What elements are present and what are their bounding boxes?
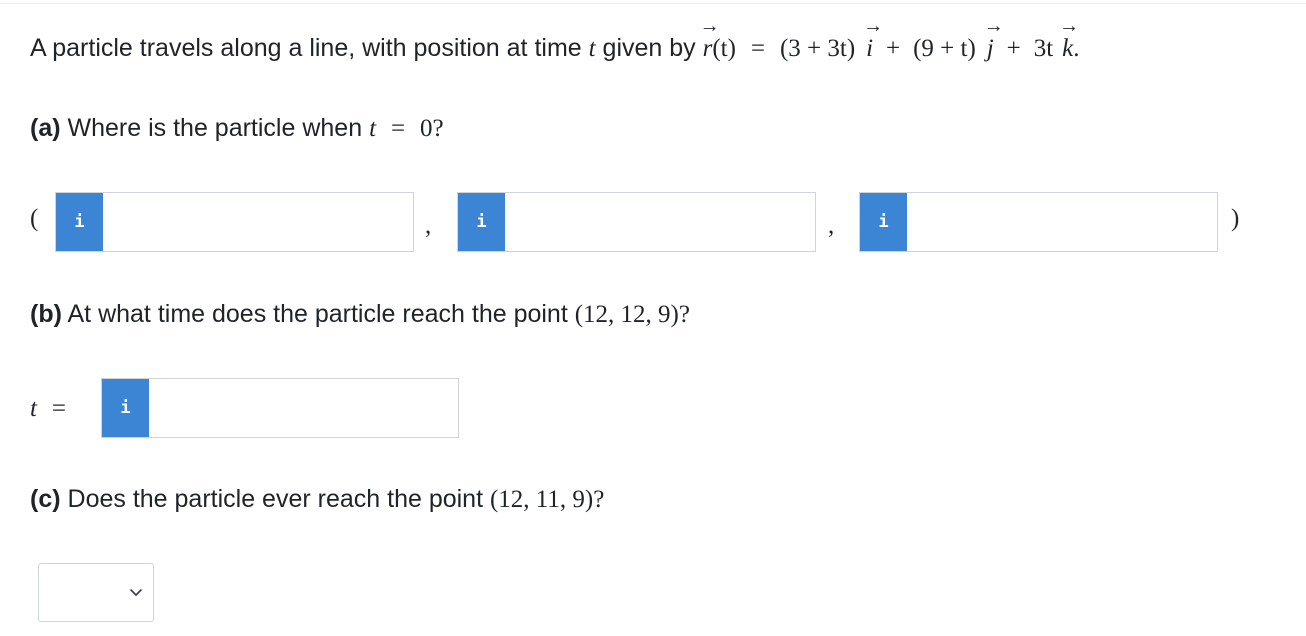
answer-field-x[interactable]	[103, 193, 413, 251]
comma-separator: ,	[828, 212, 835, 239]
answer-group-time: i	[101, 378, 459, 438]
time-variable: t	[588, 35, 596, 62]
vector-arrow-icon: →	[699, 15, 720, 37]
part-c-point: (12, 11, 9)?	[489, 486, 605, 513]
equals-sign: =	[390, 115, 406, 142]
vector-arrow-icon: →	[863, 15, 884, 37]
part-b-text: At what time does the particle reach the…	[67, 300, 568, 328]
answer-field-z[interactable]	[907, 193, 1217, 251]
part-c-text: Does the particle ever reach the point	[67, 485, 484, 513]
t-equals-label: t =	[30, 396, 66, 421]
part-a-text: Where is the particle when	[67, 114, 363, 142]
info-icon[interactable]: i	[860, 193, 907, 251]
time-variable: t	[369, 115, 377, 142]
chevron-down-icon	[130, 589, 142, 596]
answer-group-z: i	[859, 192, 1218, 252]
k-vector: → k	[1059, 15, 1080, 62]
part-c-label: (c)	[30, 485, 61, 513]
period: .	[1073, 35, 1080, 62]
j-vector: → j	[983, 15, 1004, 62]
plus-sign: +	[1006, 35, 1021, 62]
part-a-question: (a) Where is the particle when t = 0?	[30, 114, 444, 142]
i-vector: → i	[863, 15, 884, 62]
equals-sign: =	[750, 35, 766, 62]
part-c-question: (c) Does the particle ever reach the poi…	[30, 485, 605, 513]
part-b-label: (b)	[30, 300, 62, 328]
problem-statement: A particle travels along a line, with po…	[30, 15, 1080, 62]
equals-sign: =	[51, 395, 67, 422]
plus-sign: +	[886, 35, 901, 62]
r-vector: → r	[699, 15, 720, 62]
answer-field-time[interactable]	[149, 379, 458, 437]
answer-field-y[interactable]	[505, 193, 815, 251]
comma-separator: ,	[425, 212, 432, 239]
vector-arrow-icon: →	[983, 15, 1004, 37]
component-y: (9 + t)	[913, 35, 976, 62]
part-a-value: 0?	[420, 115, 444, 142]
component-x: (3 + 3t)	[779, 35, 856, 62]
part-c-select[interactable]	[38, 563, 154, 622]
info-icon[interactable]: i	[458, 193, 505, 251]
given-by-text: given by	[602, 34, 696, 62]
part-b-question: (b) At what time does the particle reach…	[30, 300, 690, 328]
intro-text: A particle travels along a line, with po…	[30, 34, 582, 62]
answer-group-x: i	[55, 192, 414, 252]
part-a-label: (a)	[30, 114, 61, 142]
part-b-point: (12, 12, 9)?	[574, 301, 690, 328]
component-z: 3t	[1033, 35, 1054, 62]
info-icon[interactable]: i	[56, 193, 103, 251]
info-icon[interactable]: i	[102, 379, 149, 437]
close-parenthesis: )	[1231, 205, 1240, 232]
r-argument: (t)	[712, 35, 736, 62]
vector-arrow-icon: →	[1059, 15, 1080, 37]
top-divider	[0, 3, 1306, 4]
open-parenthesis: (	[30, 205, 39, 232]
time-variable: t	[30, 395, 37, 422]
answer-group-y: i	[457, 192, 816, 252]
